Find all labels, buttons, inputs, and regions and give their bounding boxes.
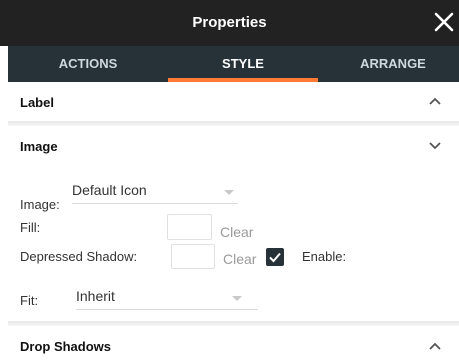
section-header-drop-shadows[interactable]: Drop Shadows xyxy=(8,326,459,361)
section-title-drop-shadows: Drop Shadows xyxy=(20,339,112,354)
enable-checkbox[interactable] xyxy=(266,248,284,266)
image-select[interactable]: Default Icon xyxy=(72,178,238,204)
tab-style[interactable]: STYLE xyxy=(168,46,318,82)
dropdown-caret-icon xyxy=(224,190,234,195)
section-header-image[interactable]: Image xyxy=(8,126,459,166)
depressed-shadow-color-swatch[interactable] xyxy=(171,244,215,269)
depressed-shadow-label: Depressed Shadow: xyxy=(20,249,138,264)
fill-color-swatch[interactable] xyxy=(167,214,212,240)
fit-label: Fit: xyxy=(20,293,39,308)
fill-clear-link[interactable]: Clear xyxy=(220,224,253,240)
section-title-image: Image xyxy=(20,139,58,154)
tab-arrange[interactable]: ARRANGE xyxy=(318,46,459,82)
enable-label: Enable: xyxy=(302,249,347,264)
title-bar: Properties xyxy=(0,0,459,46)
fill-label: Fill: xyxy=(20,220,41,235)
fit-select-value: Inherit xyxy=(76,288,115,304)
image-select-value: Default Icon xyxy=(72,182,147,198)
close-icon[interactable] xyxy=(433,11,455,33)
window-title: Properties xyxy=(192,14,267,31)
checkmark-icon xyxy=(269,252,281,263)
depressed-shadow-clear-link[interactable]: Clear xyxy=(223,251,256,267)
fit-select[interactable]: Inherit xyxy=(76,284,258,310)
section-header-label[interactable]: Label xyxy=(8,82,459,122)
image-field-label: Image: xyxy=(20,197,60,212)
tab-actions[interactable]: ACTIONS xyxy=(13,46,163,82)
section-title-label: Label xyxy=(20,95,54,110)
chevron-up-icon xyxy=(429,342,441,350)
chevron-up-icon xyxy=(429,97,441,105)
dropdown-caret-icon xyxy=(232,296,242,301)
chevron-down-icon xyxy=(429,142,441,150)
tab-bar: ACTIONS STYLE ARRANGE xyxy=(8,46,459,82)
